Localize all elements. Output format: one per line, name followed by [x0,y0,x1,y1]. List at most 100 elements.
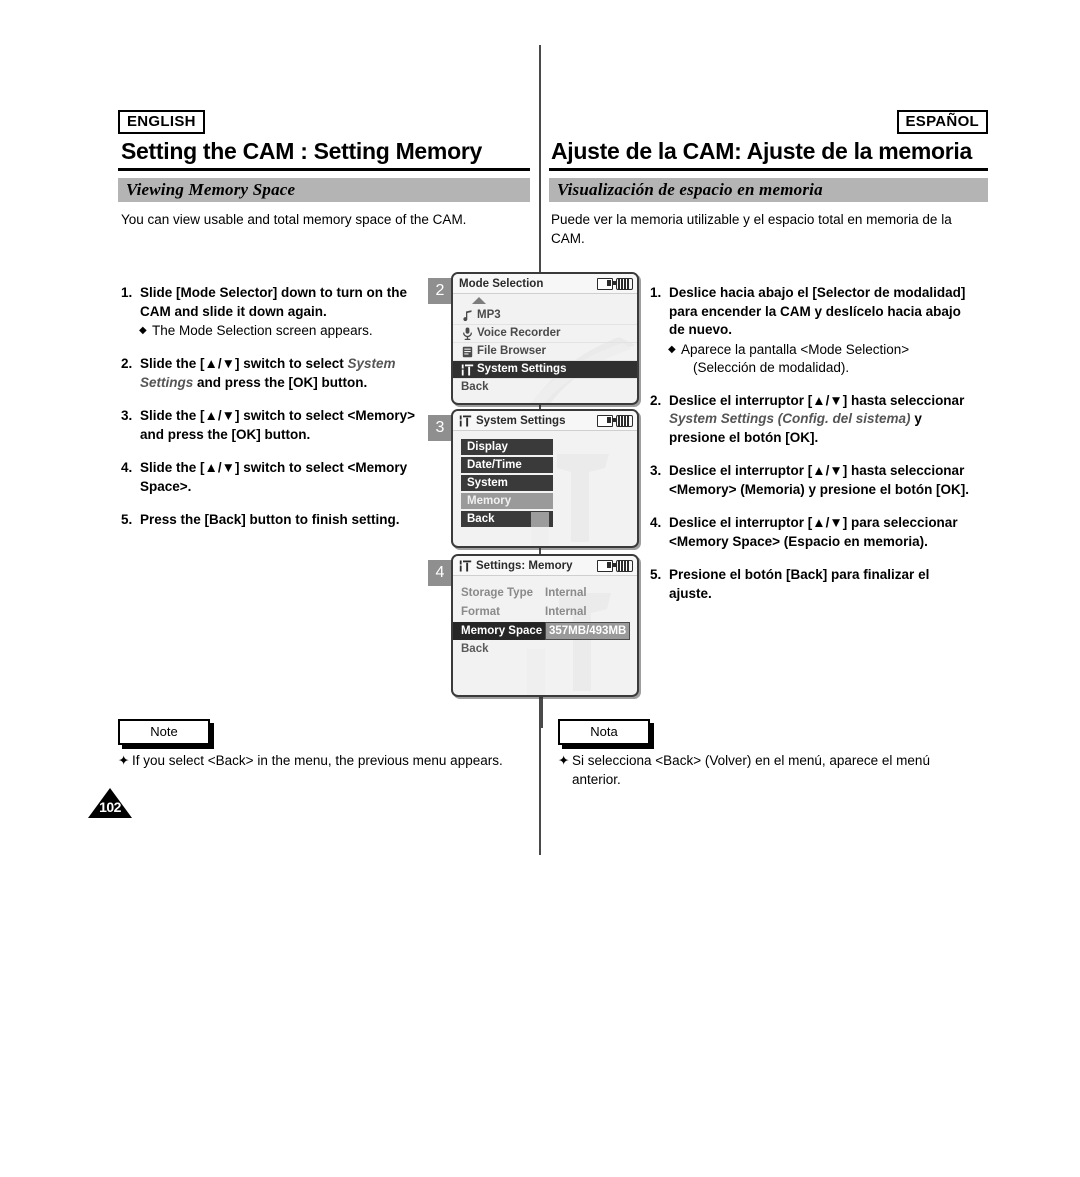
page-number-marker: 102 [88,788,132,818]
row-value: Internal [545,606,587,618]
step-number: 1. [650,285,662,300]
menu-item-label: Back [461,381,489,393]
lcd-frame: System Settings Display Date/Time System… [451,409,639,548]
step-item: 5. Presione el botón [Back] para finaliz… [650,566,972,603]
table-row-memory-space[interactable]: Memory Space 357MB/493MB [453,622,637,640]
step-text: Slide the [▲/▼] switch to select <Memory… [140,408,416,442]
note-label-box-spanish: Nota [558,719,650,745]
row-key: Storage Type [461,587,533,599]
menu-item-label: System Settings [477,363,567,375]
battery-icon [613,277,633,290]
note-label-spanish: Nota [590,724,618,739]
lcd-status-icons [597,414,633,427]
step-item: 2. Deslice el interruptor [▲/▼] hasta sel… [650,392,972,448]
step-number: 3. [650,463,662,478]
lcd-frame: Settings: Memory Storage Type Internal F… [451,554,639,697]
battery-icon [613,414,633,427]
row-key: Back [461,643,489,655]
list-item-system[interactable]: System [461,475,553,491]
memory-card-icon [597,414,613,427]
page-title-english: Setting the CAM : Setting Memory [121,138,482,164]
steps-list-spanish: 1. Deslice hacia abajo el [Selector de m… [650,284,972,618]
step-badge: 4 [428,560,452,586]
step-number: 5. [121,512,133,527]
step-item: 4. Slide the [▲/▼] switch to select <Mem… [121,459,421,496]
step-item: 4. Deslice el interruptor [▲/▼] para sel… [650,514,972,551]
lcd-frame: Mode Selection MP3 Voice Recorder File B… [451,272,639,405]
memory-card-icon [597,277,613,290]
diamond-bullet-icon: ◆ [668,343,676,355]
step-item: 1. Deslice hacia abajo el [Selector de m… [650,284,972,377]
system-settings-icon [460,361,474,378]
step-item: 3. Deslice el interruptor [▲/▼] hasta se… [650,462,972,499]
step-number: 5. [650,567,662,582]
table-row-back[interactable]: Back [453,641,637,658]
row-value: Internal [545,587,587,599]
step-badge: 3 [428,415,452,441]
menu-item-label: MP3 [477,309,501,321]
note-body-spanish: Si selecciona <Back> (Volver) en el menú… [572,753,930,787]
lcd-status-icons [597,559,633,572]
list-item-display[interactable]: Display [461,439,553,455]
note-body-english: If you select <Back> in the menu, the pr… [132,753,503,768]
step-text: Slide the [▲/▼] switch to select <Memory… [140,460,408,494]
menu-item-label: File Browser [477,345,547,357]
section-heading-english: Viewing Memory Space [118,178,530,202]
menu-item-mp3[interactable]: MP3 [453,307,637,325]
diamond-bullet-icon: ◆ [139,325,147,336]
section-heading-label-spanish: Visualización de espacio en memoria [557,180,823,199]
battery-icon [613,559,633,572]
lcd-titlebar: Mode Selection [453,274,637,294]
note-label-english: Note [150,724,178,739]
lcd-content: Storage Type Internal Format Internal Memo… [453,576,637,695]
step-item: 3. Slide the [▲/▼] switch to select <Mem… [121,407,421,444]
lcd-content: MP3 Voice Recorder File Browser System S… [453,294,637,403]
lcd-title: Mode Selection [459,277,544,290]
row-key: Memory Space [453,622,545,640]
intro-text-english: You can view usable and total memory spa… [121,212,467,227]
menu-item-back[interactable]: Back [453,379,637,396]
step-substep-text: Aparece la pantalla <Mode Selection> [681,341,910,357]
list-item-back[interactable]: Back [461,511,553,527]
step-text: Deslice el interruptor [▲/▼] hasta selec… [669,463,970,497]
system-settings-icon [459,412,472,429]
step-text: Presione el botón [Back] para finalizar … [669,567,930,601]
lcd-status-icons [597,277,633,290]
table-row[interactable]: Storage Type Internal [453,584,637,602]
step-item: 2. Slide the [▲/▼] switch to select Syste… [121,355,421,392]
step-item: 1. Slide [Mode Selector] down to turn on… [121,284,421,340]
step-item: 5. Press the [Back] button to finish set… [121,511,421,530]
menu-item-voice-recorder[interactable]: Voice Recorder [453,325,637,343]
note-bullet-icon: ✦ [558,753,570,768]
step-number: 4. [650,515,662,530]
memory-card-icon [597,559,613,572]
lcd-screen-settings-memory: 4 Settings: Memory Storage Type Internal… [428,554,644,697]
step-number: 1. [121,285,133,300]
row-value: 357MB/493MB [545,622,631,640]
step-text-cont: and press the [OK] button. [193,374,368,390]
scroll-up-arrow-icon [453,297,637,307]
step-text: Press the [Back] button to finish settin… [140,512,400,527]
manual-page: ENGLISH Setting the CAM : Setting Memory… [0,0,1080,1177]
step-substep-text-cont: (Selección de modalidad). [693,359,850,375]
row-key: Format [461,606,500,618]
language-tag-english: ENGLISH [118,110,205,134]
step-text: Deslice el interruptor [▲/▼] hasta selec… [669,392,965,408]
lcd-screen-illustrations: 2 Mode Selection MP3 Voice Recorder File… [428,272,644,728]
list-item-label: System [467,477,508,489]
lcd-content: Display Date/Time System Memory Back [453,431,637,546]
menu-item-file-browser[interactable]: File Browser [453,343,637,361]
table-row[interactable]: Format Internal [453,603,637,621]
list-item-label: Memory [467,495,512,507]
step-text: Slide the [▲/▼] switch to select [140,356,348,371]
title-rule-spanish [549,168,988,171]
step-substep: ◆ Aparece la pantalla <Mode Selection> (… [668,341,972,377]
system-settings-icon [459,557,472,574]
step-text: Deslice el interruptor [▲/▼] para selecc… [669,515,958,549]
list-item-date-time[interactable]: Date/Time [461,457,553,473]
list-item-memory[interactable]: Memory [461,493,553,509]
menu-item-system-settings[interactable]: System Settings [453,361,637,379]
step-number: 3. [121,408,133,423]
step-badge: 2 [428,278,452,304]
note-label-box-english: Note [118,719,210,745]
